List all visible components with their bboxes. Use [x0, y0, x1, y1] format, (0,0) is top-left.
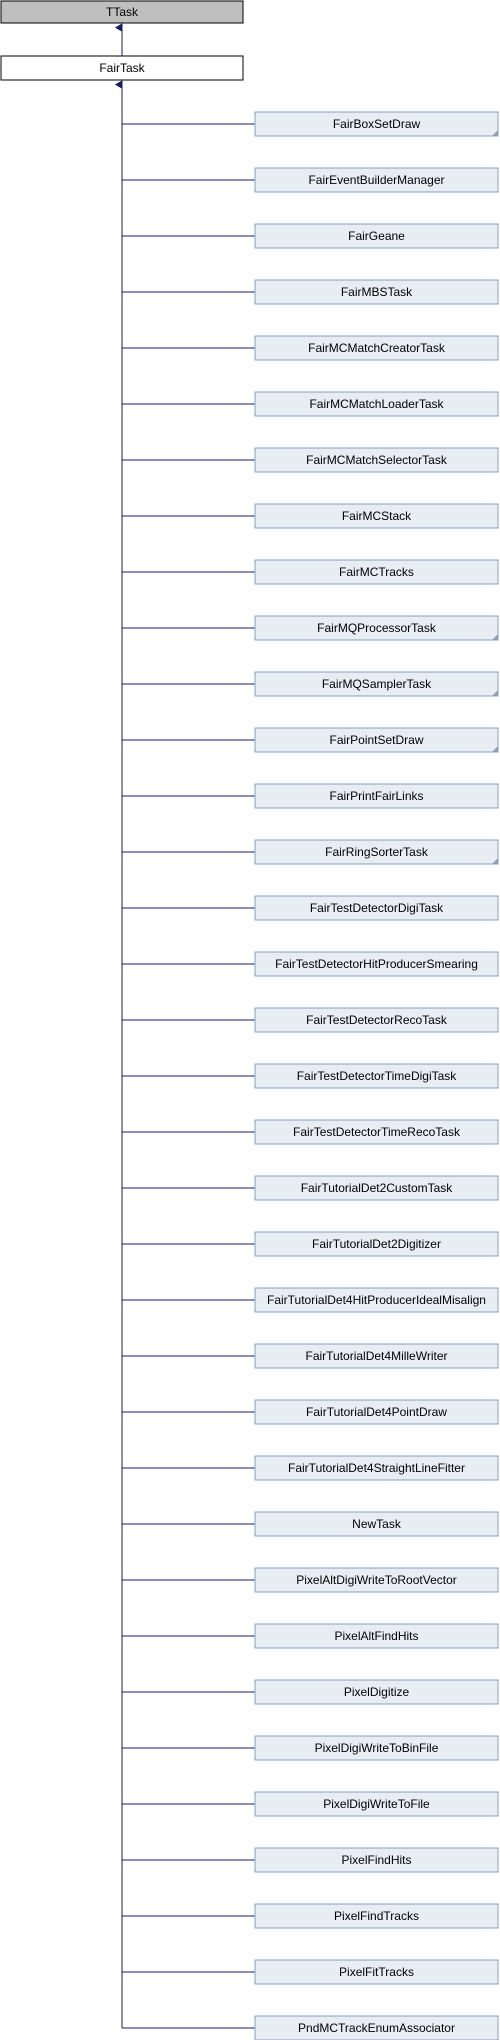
node-fairtutorialdet4millewriter[interactable]: FairTutorialDet4MilleWriter: [254, 1343, 499, 1369]
node-fairboxsetdraw-label: FairBoxSetDraw: [333, 117, 421, 131]
node-pndmctrackenumassociator[interactable]: PndMCTrackEnumAssociator: [254, 2015, 499, 2040]
node-fairtutorialdet4pointdraw[interactable]: FairTutorialDet4PointDraw: [254, 1399, 499, 1425]
node-fairtestdetectorrecotask[interactable]: FairTestDetectorRecoTask: [254, 1007, 499, 1033]
node-fairringsortertask-label: FairRingSorterTask: [325, 845, 429, 859]
node-fairtutorialdet4straightlinefitter-label: FairTutorialDet4StraightLineFitter: [288, 1461, 465, 1475]
node-fairtestdetectordigitask-label: FairTestDetectorDigiTask: [310, 901, 444, 915]
node-fairmcmatchloadertask[interactable]: FairMCMatchLoaderTask: [254, 391, 499, 417]
node-ttask[interactable]: TTask: [0, 0, 244, 24]
node-fairtutorialdet2customtask-label: FairTutorialDet2CustomTask: [301, 1181, 454, 1195]
node-fairmbstask[interactable]: FairMBSTask: [254, 279, 499, 305]
node-pixelaltfindhits[interactable]: PixelAltFindHits: [254, 1623, 499, 1649]
node-pixeldigitize-label: PixelDigitize: [344, 1685, 410, 1699]
node-fairtestdetectortimerecotask-label: FairTestDetectorTimeRecoTask: [293, 1125, 461, 1139]
node-fairmctracks-label: FairMCTracks: [339, 565, 414, 579]
node-fairtutorialdet4straightlinefitter[interactable]: FairTutorialDet4StraightLineFitter: [254, 1455, 499, 1481]
node-pixelfindhits[interactable]: PixelFindHits: [254, 1847, 499, 1873]
node-fairtestdetectorhitproducersmearing-label: FairTestDetectorHitProducerSmearing: [275, 957, 478, 971]
node-fairtutorialdet4hitproduceridealmisalign-label: FairTutorialDet4HitProducerIdealMisalign: [267, 1293, 486, 1307]
node-pixelfindtracks[interactable]: PixelFindTracks: [254, 1903, 499, 1929]
node-pixeldigitize[interactable]: PixelDigitize: [254, 1679, 499, 1705]
node-pixelaltdigiwritetorootvector-label: PixelAltDigiWriteToRootVector: [296, 1573, 457, 1587]
node-faireventbuildermanager[interactable]: FairEventBuilderManager: [254, 167, 499, 193]
node-fairprintfairlinks[interactable]: FairPrintFairLinks: [254, 783, 499, 809]
node-fairmqsamplertask[interactable]: FairMQSamplerTask: [254, 671, 499, 697]
node-fairtestdetectortimedigitask[interactable]: FairTestDetectorTimeDigiTask: [254, 1063, 499, 1089]
node-faireventbuildermanager-label: FairEventBuilderManager: [308, 173, 444, 187]
node-fairtutorialdet2customtask[interactable]: FairTutorialDet2CustomTask: [254, 1175, 499, 1201]
node-fairmctracks[interactable]: FairMCTracks: [254, 559, 499, 585]
node-fairprintfairlinks-label: FairPrintFairLinks: [329, 789, 423, 803]
node-fairmcmatchselectortask[interactable]: FairMCMatchSelectorTask: [254, 447, 499, 473]
class-hierarchy-diagram: TTask FairTask FairBoxSetDraw FairEventBu…: [0, 0, 499, 2040]
node-fairtutorialdet4millewriter-label: FairTutorialDet4MilleWriter: [305, 1349, 447, 1363]
node-fairtestdetectorhitproducersmearing[interactable]: FairTestDetectorHitProducerSmearing: [254, 951, 499, 977]
node-fairtestdetectordigitask[interactable]: FairTestDetectorDigiTask: [254, 895, 499, 921]
node-fairtutorialdet4pointdraw-label: FairTutorialDet4PointDraw: [306, 1405, 447, 1419]
node-fairringsortertask[interactable]: FairRingSorterTask: [254, 839, 499, 865]
node-pixelfindhits-label: PixelFindHits: [341, 1853, 411, 1867]
node-fairtestdetectortimerecotask[interactable]: FairTestDetectorTimeRecoTask: [254, 1119, 499, 1145]
node-newtask-label: NewTask: [352, 1517, 402, 1531]
node-fairtask-label: FairTask: [99, 61, 145, 75]
inheritance-edges: [122, 24, 255, 2029]
node-fairmqprocessortask-label: FairMQProcessorTask: [317, 621, 437, 635]
node-fairtestdetectorrecotask-label: FairTestDetectorRecoTask: [306, 1013, 448, 1027]
node-fairgeane-label: FairGeane: [348, 229, 405, 243]
node-fairpointsetdraw[interactable]: FairPointSetDraw: [254, 727, 499, 753]
node-fairmqprocessortask[interactable]: FairMQProcessorTask: [254, 615, 499, 641]
node-pixeldigiwritetofile[interactable]: PixelDigiWriteToFile: [254, 1791, 499, 1817]
node-fairtask[interactable]: FairTask: [0, 55, 244, 81]
node-fairmbstask-label: FairMBSTask: [341, 285, 413, 299]
node-fairtutorialdet2digitizer-label: FairTutorialDet2Digitizer: [312, 1237, 441, 1251]
node-pixeldigiwritetofile-label: PixelDigiWriteToFile: [323, 1797, 430, 1811]
node-fairmcmatchloadertask-label: FairMCMatchLoaderTask: [309, 397, 444, 411]
child-class-list: FairBoxSetDraw FairEventBuilderManager Fai…: [254, 111, 499, 2040]
node-fairtestdetectortimedigitask-label: FairTestDetectorTimeDigiTask: [297, 1069, 458, 1083]
node-pixelaltdigiwritetorootvector[interactable]: PixelAltDigiWriteToRootVector: [254, 1567, 499, 1593]
node-fairmcmatchselectortask-label: FairMCMatchSelectorTask: [306, 453, 448, 467]
node-pixelfindtracks-label: PixelFindTracks: [334, 1909, 419, 1923]
node-fairgeane[interactable]: FairGeane: [254, 223, 499, 249]
node-pndmctrackenumassociator-label: PndMCTrackEnumAssociator: [298, 2021, 455, 2035]
node-fairmcmatchcreatortask-label: FairMCMatchCreatorTask: [308, 341, 446, 355]
node-fairboxsetdraw[interactable]: FairBoxSetDraw: [254, 111, 499, 137]
node-fairmcmatchcreatortask[interactable]: FairMCMatchCreatorTask: [254, 335, 499, 361]
node-ttask-label: TTask: [106, 5, 139, 19]
node-pixelfittracks-label: PixelFitTracks: [339, 1965, 414, 1979]
node-pixelaltfindhits-label: PixelAltFindHits: [334, 1629, 418, 1643]
node-pixelfittracks[interactable]: PixelFitTracks: [254, 1959, 499, 1985]
node-fairtutorialdet2digitizer[interactable]: FairTutorialDet2Digitizer: [254, 1231, 499, 1257]
node-fairmqsamplertask-label: FairMQSamplerTask: [322, 677, 432, 691]
node-fairtutorialdet4hitproduceridealmisalign[interactable]: FairTutorialDet4HitProducerIdealMisalign: [254, 1287, 499, 1313]
node-pixeldigiwritetobinfile-label: PixelDigiWriteToBinFile: [315, 1741, 439, 1755]
node-fairmcstack[interactable]: FairMCStack: [254, 503, 499, 529]
node-newtask[interactable]: NewTask: [254, 1511, 499, 1537]
node-pixeldigiwritetobinfile[interactable]: PixelDigiWriteToBinFile: [254, 1735, 499, 1761]
node-fairpointsetdraw-label: FairPointSetDraw: [329, 733, 423, 747]
node-fairmcstack-label: FairMCStack: [342, 509, 412, 523]
